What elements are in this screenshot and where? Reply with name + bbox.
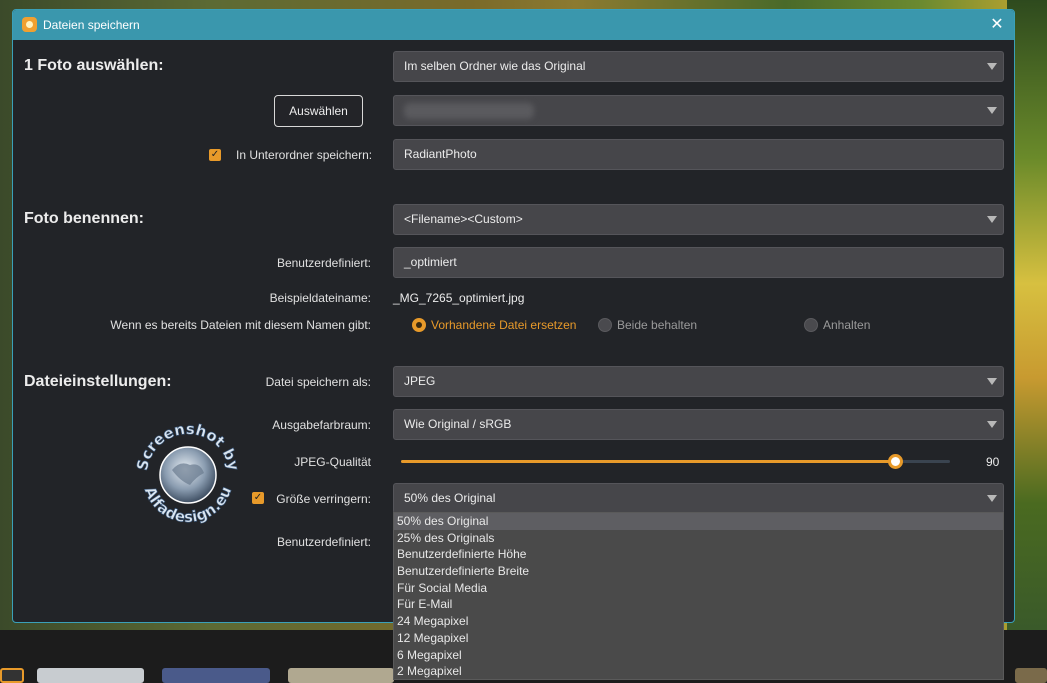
- save-files-dialog: Dateien speichern ✕ 1 Foto auswählen: Im…: [12, 9, 1015, 680]
- jpeg-quality-slider[interactable]: [401, 454, 950, 469]
- colorspace-value: Wie Original / sRGB: [404, 417, 512, 431]
- colorspace-label: Ausgabefarbraum:: [272, 418, 371, 432]
- titlebar: Dateien speichern ✕: [13, 10, 1014, 40]
- dropdown-option[interactable]: Für Social Media: [394, 580, 1003, 597]
- radio-stop[interactable]: [804, 318, 818, 332]
- chevron-down-icon: [987, 107, 997, 114]
- radio-stop-label[interactable]: Anhalten: [823, 318, 870, 332]
- example-filename-label: Beispieldateiname:: [269, 291, 371, 305]
- subfolder-checkbox[interactable]: ✓: [209, 149, 221, 161]
- folder-select[interactable]: Im selben Ordner wie das Original: [393, 51, 1004, 82]
- filmstrip-thumb-selected[interactable]: [0, 668, 24, 683]
- section-title-name-photo: Foto benennen:: [24, 210, 144, 227]
- format-value: JPEG: [404, 374, 436, 388]
- radio-keep-both-label[interactable]: Beide behalten: [617, 318, 697, 332]
- chevron-down-icon: [987, 216, 997, 223]
- radio-keep-both[interactable]: [598, 318, 612, 332]
- radio-replace-label[interactable]: Vorhandene Datei ersetzen: [431, 318, 576, 332]
- filmstrip-thumb[interactable]: [288, 668, 394, 683]
- chevron-down-icon: [987, 63, 997, 70]
- slider-thumb[interactable]: [888, 454, 904, 469]
- jpeg-quality-label: JPEG-Qualität: [294, 455, 371, 469]
- subfolder-label: In Unterordner speichern:: [236, 148, 373, 162]
- dropdown-option[interactable]: Benutzerdefinierte Breite: [394, 563, 1003, 580]
- chevron-down-icon: [987, 421, 997, 428]
- radio-replace[interactable]: [412, 318, 426, 332]
- conflict-label: Wenn es bereits Dateien mit diesem Namen…: [110, 318, 371, 332]
- watermark-logo: Screenshot by Alfadesign.eu: [133, 420, 243, 527]
- filmstrip-thumb[interactable]: [1015, 668, 1047, 683]
- format-select[interactable]: JPEG: [393, 366, 1004, 397]
- blurred-path: [404, 103, 534, 119]
- close-button[interactable]: ✕: [986, 14, 1008, 36]
- format-label: Datei speichern als:: [265, 375, 371, 389]
- filmstrip-thumb[interactable]: [37, 668, 144, 683]
- slider-fill: [401, 460, 896, 463]
- choose-folder-button[interactable]: Auswählen: [274, 95, 363, 127]
- window-title: Dateien speichern: [43, 18, 140, 32]
- filmstrip-thumb[interactable]: [162, 668, 270, 683]
- dropdown-option[interactable]: 24 Megapixel: [394, 613, 1003, 630]
- chevron-down-icon: [987, 495, 997, 502]
- resize-dropdown-list[interactable]: 50% des Original 25% des Originals Benutze…: [393, 512, 1004, 680]
- section-title-select-photo: 1 Foto auswählen:: [24, 57, 164, 74]
- dropdown-option[interactable]: 12 Megapixel: [394, 630, 1003, 647]
- dropdown-option[interactable]: Für E-Mail: [394, 596, 1003, 613]
- subfolder-input[interactable]: RadiantPhoto: [393, 139, 1004, 170]
- naming-pattern-select[interactable]: <Filename><Custom>: [393, 204, 1004, 235]
- custom-name-label: Benutzerdefiniert:: [276, 256, 371, 270]
- resize-value: 50% des Original: [404, 491, 496, 505]
- colorspace-select[interactable]: Wie Original / sRGB: [393, 409, 1004, 440]
- naming-pattern-value: <Filename><Custom>: [404, 212, 523, 226]
- dropdown-option[interactable]: 2 Megapixel: [394, 663, 1003, 680]
- resize-custom-label: Benutzerdefiniert:: [276, 535, 371, 549]
- folder-select-value: Im selben Ordner wie das Original: [404, 59, 586, 73]
- dropdown-option[interactable]: Benutzerdefinierte Höhe: [394, 546, 1003, 563]
- example-filename-value: _MG_7265_optimiert.jpg: [393, 291, 525, 305]
- app-icon: [22, 17, 37, 32]
- dropdown-option[interactable]: 50% des Original: [394, 513, 1003, 530]
- dropdown-option[interactable]: 25% des Originals: [394, 530, 1003, 547]
- resize-select[interactable]: 50% des Original: [393, 483, 1004, 514]
- folder-path-select[interactable]: [393, 95, 1004, 126]
- chevron-down-icon: [987, 378, 997, 385]
- dropdown-option[interactable]: 6 Megapixel: [394, 647, 1003, 664]
- resize-checkbox[interactable]: ✓: [252, 492, 264, 504]
- jpeg-quality-value: 90: [986, 455, 1000, 469]
- custom-name-input[interactable]: _optimiert: [393, 247, 1004, 278]
- section-title-file-settings: Dateieinstellungen:: [24, 373, 172, 390]
- resize-label: Größe verringern:: [276, 492, 371, 506]
